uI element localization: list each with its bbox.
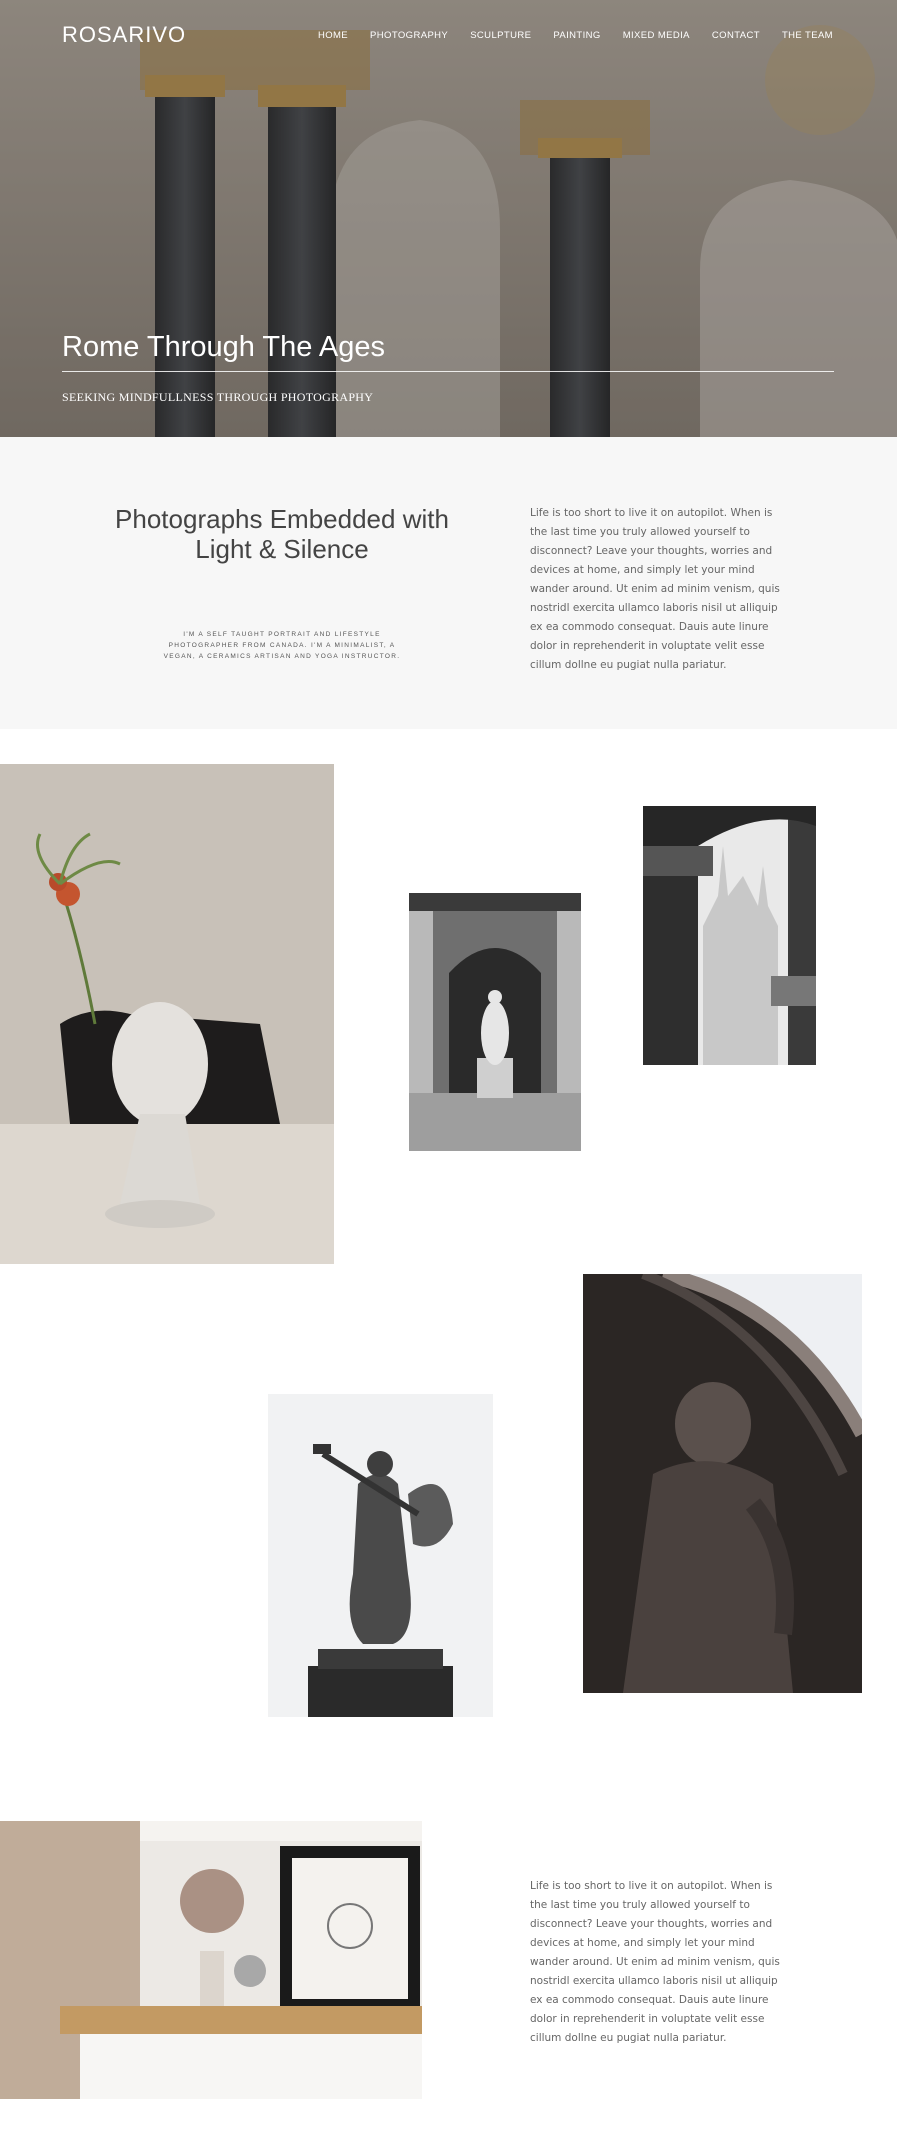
- gallery-photo-cathedral-arch[interactable]: [643, 806, 816, 1065]
- hero-divider: [62, 371, 834, 372]
- gallery-photo-angel-statue[interactable]: [268, 1394, 493, 1717]
- nav-item-contact[interactable]: CONTACT: [712, 30, 760, 41]
- brand-logo[interactable]: ROSARIVO: [62, 22, 186, 48]
- bottom-body-text: Life is too short to live it on autopilo…: [530, 1880, 780, 2044]
- nav-item-photography[interactable]: PHOTOGRAPHY: [370, 30, 448, 41]
- nav-item-the-team[interactable]: THE TEAM: [782, 30, 833, 41]
- main-navigation: HOME PHOTOGRAPHY SCULPTURE PAINTING MIXE…: [318, 30, 833, 41]
- nav-item-sculpture[interactable]: SCULPTURE: [470, 30, 531, 41]
- nav-item-painting[interactable]: PAINTING: [553, 30, 600, 41]
- gallery-photo-david-statue[interactable]: [583, 1274, 862, 1693]
- hero-subtitle: SEEKING MINDFULLNESS THROUGH PHOTOGRAPHY: [62, 390, 374, 404]
- nav-item-mixed-media[interactable]: MIXED MEDIA: [623, 30, 690, 41]
- nav-item-home[interactable]: HOME: [318, 30, 348, 41]
- gallery-photo-bust-with-flowers[interactable]: [0, 764, 334, 1264]
- intro-tagline: I'M A SELF TAUGHT PORTRAIT AND LIFESTYLE…: [163, 631, 401, 660]
- gallery-photo-shelf-still-life[interactable]: [0, 1821, 422, 2099]
- intro-section: Photographs Embedded with Light & Silenc…: [0, 437, 897, 729]
- intro-body-text: Life is too short to live it on autopilo…: [530, 507, 780, 671]
- gallery-photo-statue-in-arch[interactable]: [409, 893, 581, 1151]
- intro-heading: Photographs Embedded with Light & Silenc…: [115, 504, 449, 564]
- hero-section: ROSARIVO HOME PHOTOGRAPHY SCULPTURE PAIN…: [0, 0, 897, 437]
- hero-title: Rome Through The Ages: [62, 331, 385, 363]
